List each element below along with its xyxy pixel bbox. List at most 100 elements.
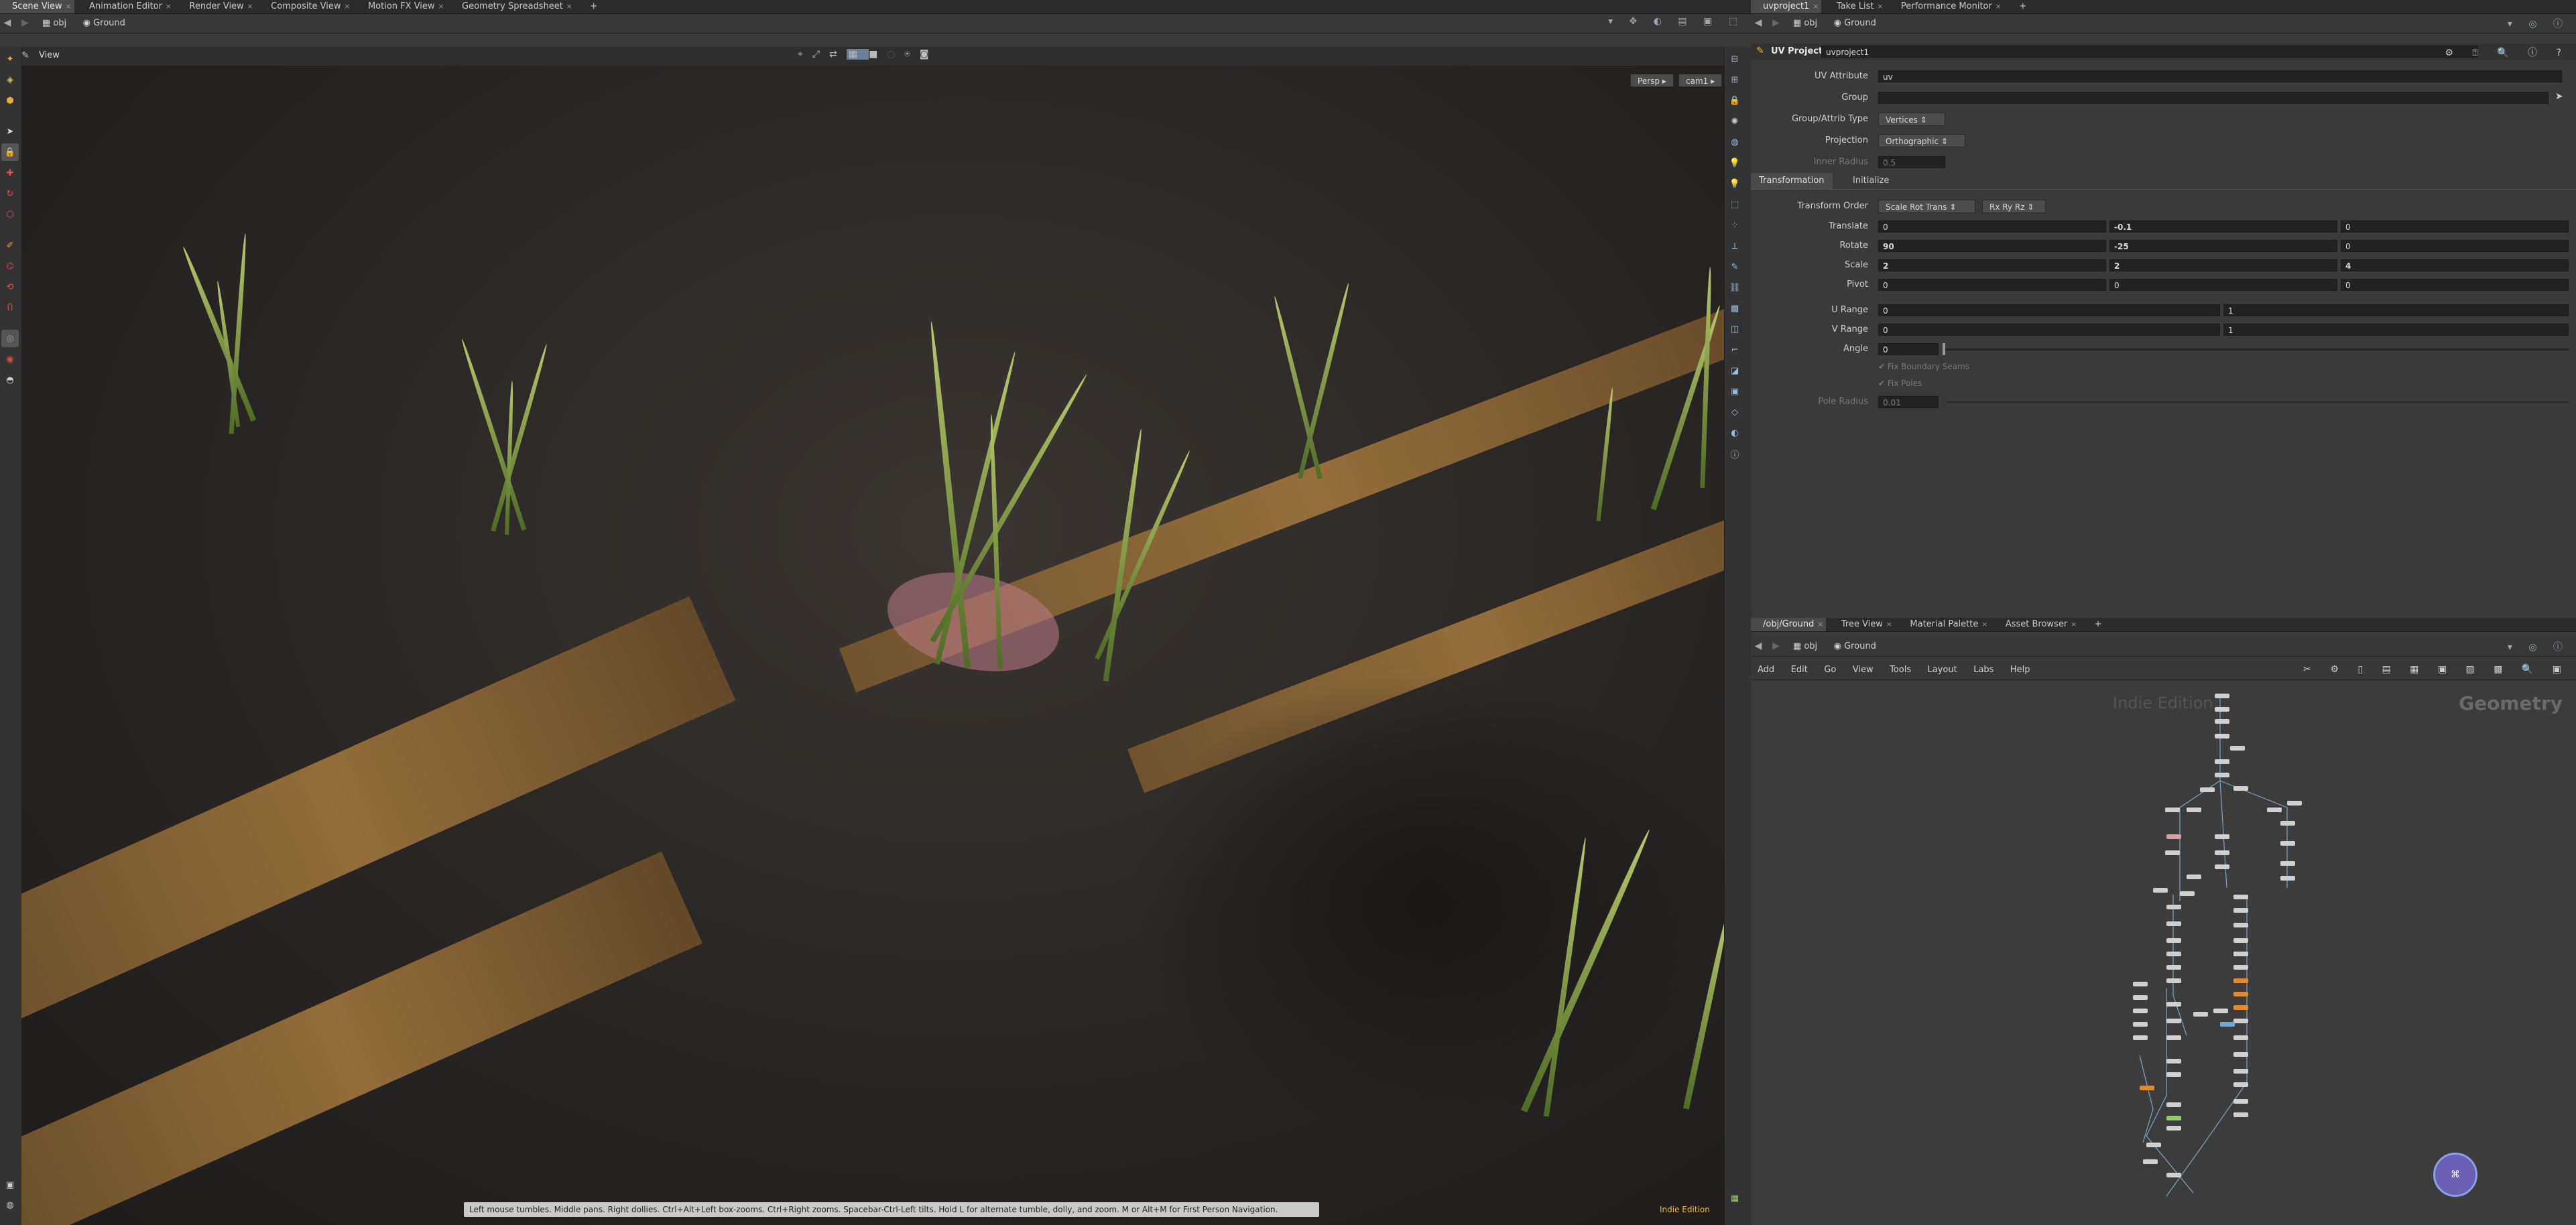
translate-z[interactable]: 0 — [2341, 220, 2569, 233]
tab-material-palette[interactable]: Material Palette × — [1898, 618, 1990, 631]
path-root[interactable]: ▦ obj — [1786, 639, 1824, 654]
menu-labs[interactable]: Labs — [1967, 661, 2000, 679]
sop-node[interactable] — [2215, 759, 2229, 764]
bbox-icon[interactable]: ▣ — [1726, 383, 1743, 400]
camera-menu[interactable]: cam1 ▸ — [1678, 74, 1723, 87]
translate-x[interactable]: 0 — [1878, 220, 2106, 233]
sop-node[interactable] — [2233, 952, 2248, 956]
close-icon[interactable]: × — [2071, 618, 2077, 631]
angle-slider[interactable] — [1945, 348, 2569, 350]
sop-node[interactable] — [2166, 921, 2181, 926]
display-options-icon[interactable]: ⊟ — [1726, 50, 1743, 68]
close-icon[interactable]: × — [344, 0, 350, 13]
sop-node[interactable] — [2233, 1069, 2248, 1074]
lock-select-icon[interactable]: 🔒 — [1, 143, 19, 161]
sop-node[interactable] — [2166, 1102, 2181, 1107]
sop-node[interactable] — [2187, 875, 2201, 879]
scale-tool-icon[interactable]: ⬡ — [1, 206, 19, 223]
angle-slider-handle[interactable] — [1943, 343, 1945, 355]
menu-add[interactable]: Add — [1751, 661, 1781, 679]
persp-menu[interactable]: Persp ▸ — [1630, 74, 1674, 87]
sop-node[interactable] — [2166, 938, 2181, 943]
camera-icon[interactable]: ■ — [869, 49, 887, 60]
tab-take-list[interactable]: Take List × — [1825, 0, 1886, 13]
tab-composite-view[interactable]: Composite View × — [259, 0, 353, 13]
sop-node[interactable] — [2133, 995, 2148, 1000]
rotate-order-menu[interactable]: Rx Ry Rz ⇕ — [1982, 200, 2046, 213]
sop-node[interactable] — [2166, 1019, 2181, 1023]
inner-radius-field[interactable]: 0.5 — [1878, 156, 1945, 168]
sop-node[interactable] — [2233, 786, 2248, 791]
pole-radius-slider[interactable] — [1945, 401, 2569, 403]
add-tab-button[interactable]: + — [2083, 618, 2114, 631]
light-icon[interactable]: ✺ — [1726, 113, 1743, 130]
tab-performance-monitor[interactable]: Performance Monitor × — [1889, 0, 2004, 13]
scale-z[interactable]: 4 — [2341, 259, 2569, 271]
select-arrow-icon[interactable]: ➤ — [1, 123, 19, 140]
grid-icon[interactable]: ▦ — [846, 49, 869, 60]
path-root[interactable]: ▦ obj — [36, 16, 73, 31]
pivot-y[interactable]: 0 — [2109, 279, 2337, 291]
brush-tool-icon[interactable]: ✐ — [1, 237, 19, 254]
sop-node[interactable] — [2233, 1082, 2248, 1087]
back-arrow-icon[interactable]: ◀ — [1751, 15, 1766, 30]
bulb-icon[interactable]: 💡 — [1726, 175, 1743, 192]
sop-node[interactable] — [2233, 1035, 2248, 1040]
tab-obj-ground[interactable]: /obj/Ground × — [1751, 618, 1827, 631]
rotate-z[interactable]: 0 — [2341, 240, 2569, 252]
sop-node[interactable] — [2233, 895, 2248, 899]
sop-node[interactable] — [2166, 1002, 2181, 1007]
group-type-menu[interactable]: Vertices ⇕ — [1878, 113, 1945, 126]
sop-node[interactable] — [2166, 1116, 2181, 1120]
sop-node[interactable] — [2143, 1159, 2158, 1164]
close-icon[interactable]: × — [1813, 0, 1819, 13]
back-arrow-icon[interactable]: ◀ — [1751, 639, 1766, 653]
sop-node[interactable] — [2267, 808, 2282, 812]
tab-tree-view[interactable]: Tree View × — [1829, 618, 1895, 631]
points-icon[interactable]: ⁘ — [1726, 216, 1743, 234]
sop-node[interactable] — [2180, 891, 2195, 896]
scale-x[interactable]: 2 — [1878, 259, 2106, 271]
sop-node[interactable] — [2230, 746, 2245, 751]
sop-node[interactable] — [2166, 1173, 2181, 1177]
menu-view[interactable]: View — [1846, 661, 1880, 679]
sop-node[interactable] — [2215, 864, 2229, 869]
tab-scene-view[interactable]: Scene View × — [0, 0, 74, 13]
menu-go[interactable]: Go — [1817, 661, 1843, 679]
path-root[interactable]: ▦ obj — [1786, 16, 1824, 31]
texture-icon[interactable]: ▩ — [1726, 300, 1743, 317]
menu-help[interactable]: Help — [2004, 661, 2037, 679]
sop-node[interactable] — [2233, 1019, 2248, 1023]
display-tool-icon[interactable]: ◎ — [1, 330, 19, 347]
sop-node[interactable] — [2187, 808, 2201, 812]
dot-icon[interactable]: ◌ — [887, 49, 904, 60]
render-tool-icon[interactable]: ◓ — [1, 371, 19, 389]
rotate-x[interactable]: 90 — [1878, 240, 2106, 252]
uv-attribute-field[interactable]: uv — [1878, 70, 2562, 82]
header-icons[interactable]: ⚙ ⍰ 🔍 ⓘ ? — [2445, 46, 2569, 59]
sop-node[interactable] — [2140, 1086, 2154, 1090]
u-range-max[interactable]: 1 — [2223, 304, 2569, 316]
close-icon[interactable]: × — [247, 0, 253, 13]
rotate-y[interactable]: -25 — [2109, 240, 2337, 252]
sop-node[interactable] — [2280, 876, 2295, 881]
v-range-min[interactable]: 0 — [1878, 324, 2220, 336]
sop-node[interactable] — [2233, 1099, 2248, 1104]
sop-node[interactable] — [2165, 850, 2180, 855]
sop-node[interactable] — [2233, 992, 2248, 996]
sop-node[interactable] — [2213, 1009, 2228, 1013]
tab-animation-editor[interactable]: Animation Editor × — [77, 0, 174, 13]
uv-icon[interactable]: ◫ — [1726, 320, 1743, 338]
translate-y[interactable]: -0.1 — [2109, 220, 2337, 233]
sop-node[interactable] — [2166, 1126, 2181, 1131]
view-menu-icon[interactable]: ✎ — [21, 50, 29, 61]
net-pin-icons[interactable]: ▾ ◎ ⓘ — [2508, 640, 2569, 653]
sop-node[interactable] — [2133, 1022, 2148, 1027]
lock-view-icon[interactable]: 🔒 — [1726, 92, 1743, 109]
brush-icon[interactable]: ✎ — [1726, 258, 1743, 275]
tab-asset-browser[interactable]: Asset Browser × — [1994, 618, 2079, 631]
fix-poles-checkbox[interactable]: ✔ Fix Poles — [1878, 379, 1922, 388]
network-view[interactable]: Indie Edition Geometry ⌘ — [1751, 680, 2576, 1225]
sop-node[interactable] — [2193, 1012, 2208, 1017]
sop-node[interactable] — [2200, 787, 2215, 792]
